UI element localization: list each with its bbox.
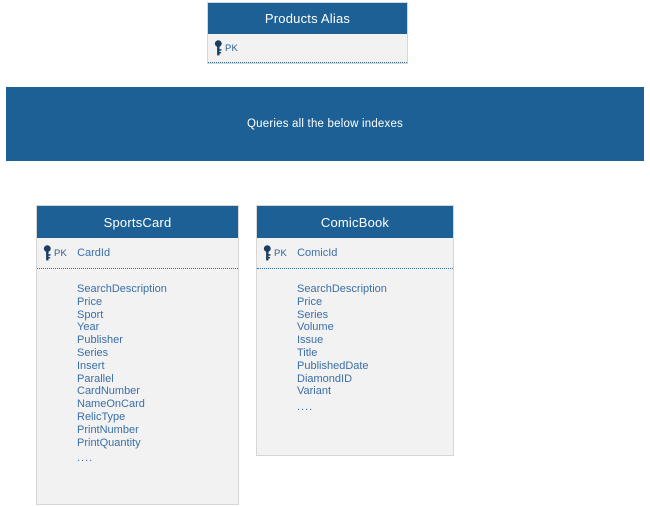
- pk-label-sportscard: PK: [54, 247, 68, 259]
- field-item: Insert: [77, 359, 105, 372]
- field-item: Series: [297, 308, 329, 321]
- field-item: SearchDescription: [297, 283, 387, 295]
- pk-row-sportscard: PK CardId: [37, 238, 238, 269]
- pk-row-products-alias: PK: [208, 34, 407, 63]
- field-item: SearchDescription: [77, 283, 167, 295]
- field-item: Sport: [77, 308, 104, 321]
- field-item: PrintQuantity: [77, 436, 141, 449]
- pk-field-comicbook: ComicId: [297, 247, 338, 259]
- pk-label-comicbook: PK: [274, 247, 288, 259]
- pk-field-sportscard: CardId: [77, 247, 111, 259]
- field-item: CardNumber: [77, 385, 140, 398]
- field-item: PublishedDate: [297, 359, 369, 372]
- field-item: DiamondID: [297, 372, 353, 385]
- field-item: Parallel: [77, 372, 114, 385]
- field-item: Series: [77, 346, 109, 359]
- field-item: Publisher: [77, 334, 123, 347]
- entity-title-products-alias: Products Alias: [208, 3, 407, 34]
- key-icon: [263, 245, 273, 261]
- field-item: NameOnCard: [77, 398, 145, 411]
- field-item: Price: [77, 295, 103, 308]
- key-icon: [214, 40, 224, 56]
- banner-queries-all-indexes: Queries all the below indexes: [6, 87, 644, 161]
- field-item: RelicType: [77, 410, 126, 423]
- entity-title-comicbook: ComicBook: [257, 206, 453, 238]
- key-icon: [43, 245, 53, 261]
- pk-label-products-alias: PK: [225, 42, 239, 54]
- field-item: ....: [297, 401, 314, 414]
- field-item: PrintNumber: [77, 423, 139, 436]
- field-item: Year: [77, 321, 100, 334]
- field-item: Price: [297, 295, 323, 308]
- field-list-sportscard: SearchDescription Price Sport Year Publisher…: [37, 269, 238, 465]
- field-item: Issue: [297, 334, 324, 347]
- field-item: Title: [297, 346, 318, 359]
- field-item: Volume: [297, 321, 334, 334]
- entity-title-sportscard: SportsCard: [37, 206, 238, 238]
- banner-text: Queries all the below indexes: [246, 118, 404, 130]
- entity-products-alias[interactable]: Products Alias PK: [207, 2, 408, 64]
- field-item: Variant: [297, 385, 332, 398]
- pk-row-comicbook: PK ComicId: [257, 238, 453, 269]
- entity-comicbook[interactable]: ComicBook PK ComicId SearchDescription Pr…: [256, 205, 454, 456]
- entity-sportscard[interactable]: SportsCard PK CardId SearchDescription Pr…: [36, 205, 239, 505]
- field-item: ....: [77, 452, 94, 465]
- field-list-comicbook: SearchDescription Price Series Volume Issue T…: [257, 269, 453, 414]
